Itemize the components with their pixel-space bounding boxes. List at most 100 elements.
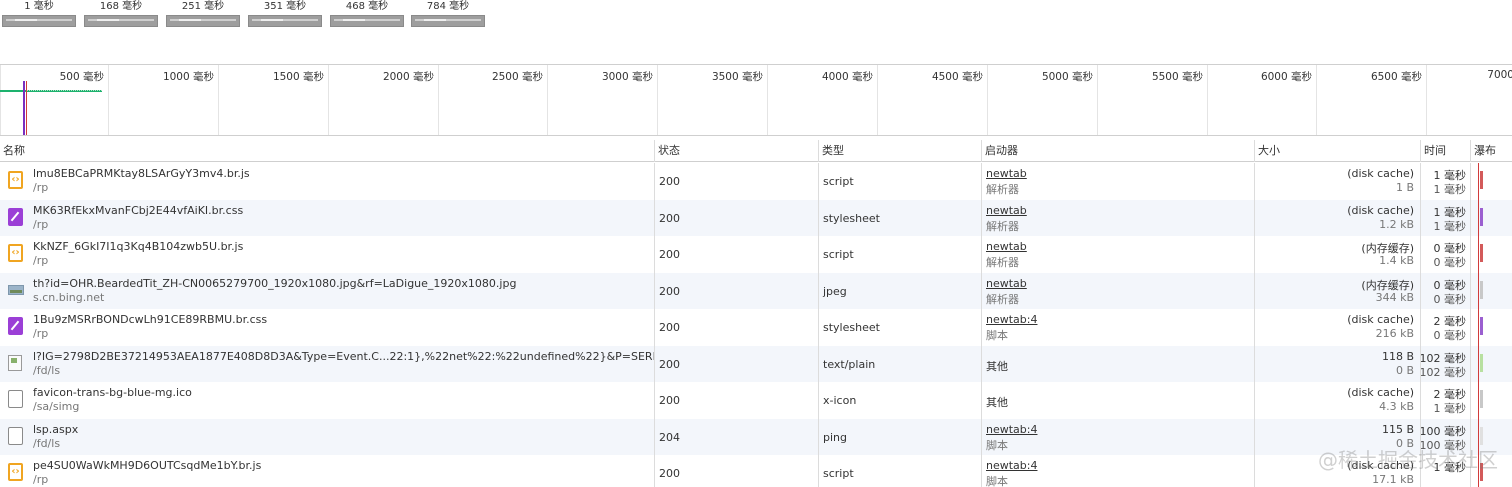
- cell-size: (disk cache) 1.2 kB: [1255, 199, 1421, 236]
- initiator-link[interactable]: newtab: [986, 277, 1027, 290]
- resource-type: script: [823, 467, 854, 480]
- column-header-type[interactable]: 类型: [819, 140, 982, 162]
- frame-time-label: 1 毫秒: [24, 1, 54, 12]
- time-latency: 0 毫秒: [1433, 256, 1467, 269]
- status-code: 200: [659, 394, 680, 407]
- table-row[interactable]: th?id=OHR.BeardedTit_ZH-CN0065279700_192…: [0, 272, 1512, 309]
- request-name[interactable]: th?id=OHR.BeardedTit_ZH-CN0065279700_192…: [33, 277, 516, 290]
- cell-name[interactable]: th?id=OHR.BeardedTit_ZH-CN0065279700_192…: [0, 272, 655, 309]
- cell-type: stylesheet: [819, 309, 982, 346]
- filmstrip-frame[interactable]: 784 毫秒: [411, 0, 485, 30]
- time-latency: 102 毫秒: [1421, 365, 1466, 379]
- size-resource: 1.4 kB: [1379, 254, 1414, 267]
- cell-waterfall[interactable]: [1471, 345, 1512, 382]
- filmstrip-frame[interactable]: 468 毫秒: [330, 0, 404, 30]
- load-event-line: [1478, 309, 1479, 346]
- stylesheet-file-icon: [8, 207, 23, 226]
- load-event-line: [1478, 236, 1479, 273]
- initiator-detail: 其他: [986, 359, 1008, 373]
- cell-name[interactable]: pe4SU0WaWkMH9D6OUTCsqdMe1bY.br.js /rp: [0, 455, 655, 487]
- frame-thumbnail[interactable]: [330, 15, 404, 27]
- request-name[interactable]: lsp.aspx: [33, 423, 78, 436]
- table-row[interactable]: favicon-trans-bg-blue-mg.ico /sa/simg 20…: [0, 382, 1512, 419]
- cell-name[interactable]: l?IG=2798D2BE37214953AEA1877E408D8D3A&Ty…: [0, 345, 655, 382]
- initiator-link[interactable]: newtab: [986, 204, 1027, 217]
- filmstrip-frame[interactable]: 168 毫秒: [84, 0, 158, 30]
- request-name[interactable]: KkNZF_6GkI7I1q3Kq4B104zwb5U.br.js: [33, 240, 243, 253]
- filmstrip-frame[interactable]: 251 毫秒: [166, 0, 240, 30]
- initiator-detail: 解析器: [986, 219, 1019, 233]
- table-row[interactable]: lsp.aspx /fd/ls 204 ping newtab:4 脚本 115…: [0, 418, 1512, 455]
- request-name[interactable]: lmu8EBCaPRMKtay8LSArGyY3mv4.br.js: [33, 167, 250, 180]
- cell-waterfall[interactable]: [1471, 163, 1512, 200]
- cell-name[interactable]: favicon-trans-bg-blue-mg.ico /sa/simg: [0, 382, 655, 419]
- watermark-text: @稀土掘金技术社区: [1318, 448, 1498, 472]
- cell-name[interactable]: 1Bu9zMSRrBONDcwLh91CE89RBMU.br.css /rp: [0, 309, 655, 346]
- column-header-name[interactable]: 名称: [0, 140, 655, 162]
- request-path: /rp: [33, 327, 49, 340]
- cell-waterfall[interactable]: [1471, 382, 1512, 419]
- overview-request-bar: [26, 90, 102, 91]
- filmstrip-frame[interactable]: 351 毫秒: [248, 0, 322, 30]
- resource-type: jpeg: [823, 284, 847, 298]
- table-row[interactable]: KkNZF_6GkI7I1q3Kq4B104zwb5U.br.js /rp 20…: [0, 236, 1512, 273]
- table-header: 名称 状态 类型 启动器 大小 时间 瀑布: [0, 140, 1512, 162]
- column-header-initiator[interactable]: 启动器: [982, 140, 1255, 162]
- request-name[interactable]: l?IG=2798D2BE37214953AEA1877E408D8D3A&Ty…: [33, 350, 654, 363]
- initiator-link[interactable]: newtab: [986, 167, 1027, 180]
- frame-thumbnail[interactable]: [2, 15, 76, 27]
- frame-thumbnail[interactable]: [166, 15, 240, 27]
- request-path: /fd/ls: [33, 436, 61, 450]
- column-header-time[interactable]: 时间: [1421, 140, 1471, 162]
- frame-thumbnail[interactable]: [411, 15, 485, 27]
- time-latency: 0 毫秒: [1433, 329, 1467, 342]
- cell-waterfall[interactable]: [1471, 309, 1512, 346]
- frame-thumbnail[interactable]: [84, 15, 158, 27]
- timeline-tick: 6000 毫秒: [1207, 65, 1316, 135]
- table-row[interactable]: lmu8EBCaPRMKtay8LSArGyY3mv4.br.js /rp 20…: [0, 163, 1512, 200]
- timeline-tick-label: 6500 毫秒: [1370, 71, 1422, 83]
- request-name[interactable]: MK63RfEkxMvanFCbj2E44vfAiKI.br.css: [33, 204, 243, 217]
- cell-time: 2 毫秒 0 毫秒: [1421, 309, 1471, 346]
- timeline-tick: 1500 毫秒: [218, 65, 328, 135]
- size-resource: 216 kB: [1375, 327, 1414, 340]
- initiator-link[interactable]: newtab:4: [986, 313, 1037, 326]
- cell-name[interactable]: lsp.aspx /fd/ls: [0, 418, 655, 455]
- table-row[interactable]: pe4SU0WaWkMH9D6OUTCsqdMe1bY.br.js /rp 20…: [0, 455, 1512, 487]
- table-row[interactable]: l?IG=2798D2BE37214953AEA1877E408D8D3A&Ty…: [0, 345, 1512, 382]
- timeline-tick-label: 4000 毫秒: [821, 71, 873, 83]
- waterfall-bar: [1480, 426, 1483, 445]
- cell-name[interactable]: MK63RfEkxMvanFCbj2E44vfAiKI.br.css /rp: [0, 199, 655, 236]
- document-file-icon: [8, 390, 23, 408]
- column-header-size[interactable]: 大小: [1255, 140, 1421, 162]
- status-code: 200: [659, 467, 680, 480]
- cell-waterfall[interactable]: [1471, 236, 1512, 273]
- column-header-status[interactable]: 状态: [655, 140, 819, 162]
- timeline-tick-label: 3000 毫秒: [601, 71, 653, 83]
- timeline-tick-label: 7000: [1487, 69, 1512, 81]
- initiator-link[interactable]: newtab:4: [986, 423, 1037, 436]
- network-overview-timeline[interactable]: 500 毫秒 1000 毫秒 1500 毫秒 2000 毫秒 2500 毫秒 3…: [0, 64, 1512, 136]
- table-row[interactable]: MK63RfEkxMvanFCbj2E44vfAiKI.br.css /rp 2…: [0, 199, 1512, 236]
- dom-content-loaded-marker: [23, 81, 25, 135]
- cell-waterfall[interactable]: [1471, 272, 1512, 309]
- request-path: /rp: [33, 217, 49, 231]
- timeline-tick: 3500 毫秒: [657, 65, 767, 135]
- frame-thumbnail[interactable]: [248, 15, 322, 27]
- cell-name[interactable]: lmu8EBCaPRMKtay8LSArGyY3mv4.br.js /rp: [0, 163, 655, 200]
- status-code: 200: [659, 321, 680, 334]
- filmstrip-frame[interactable]: 1 毫秒: [2, 0, 76, 30]
- request-name[interactable]: 1Bu9zMSRrBONDcwLh91CE89RBMU.br.css: [33, 313, 267, 326]
- table-row[interactable]: 1Bu9zMSRrBONDcwLh91CE89RBMU.br.css /rp 2…: [0, 309, 1512, 346]
- load-event-line: [1478, 199, 1479, 236]
- column-header-waterfall[interactable]: 瀑布: [1471, 140, 1512, 162]
- cell-waterfall[interactable]: [1471, 199, 1512, 236]
- status-code: 200: [659, 175, 680, 188]
- cell-name[interactable]: KkNZF_6GkI7I1q3Kq4B104zwb5U.br.js /rp: [0, 236, 655, 273]
- initiator-link[interactable]: newtab:4: [986, 459, 1037, 472]
- document-file-icon: [8, 426, 23, 445]
- initiator-link[interactable]: newtab: [986, 240, 1027, 253]
- request-name[interactable]: pe4SU0WaWkMH9D6OUTCsqdMe1bY.br.js: [33, 459, 261, 472]
- request-name[interactable]: favicon-trans-bg-blue-mg.ico: [33, 386, 192, 399]
- status-code: 200: [659, 211, 680, 225]
